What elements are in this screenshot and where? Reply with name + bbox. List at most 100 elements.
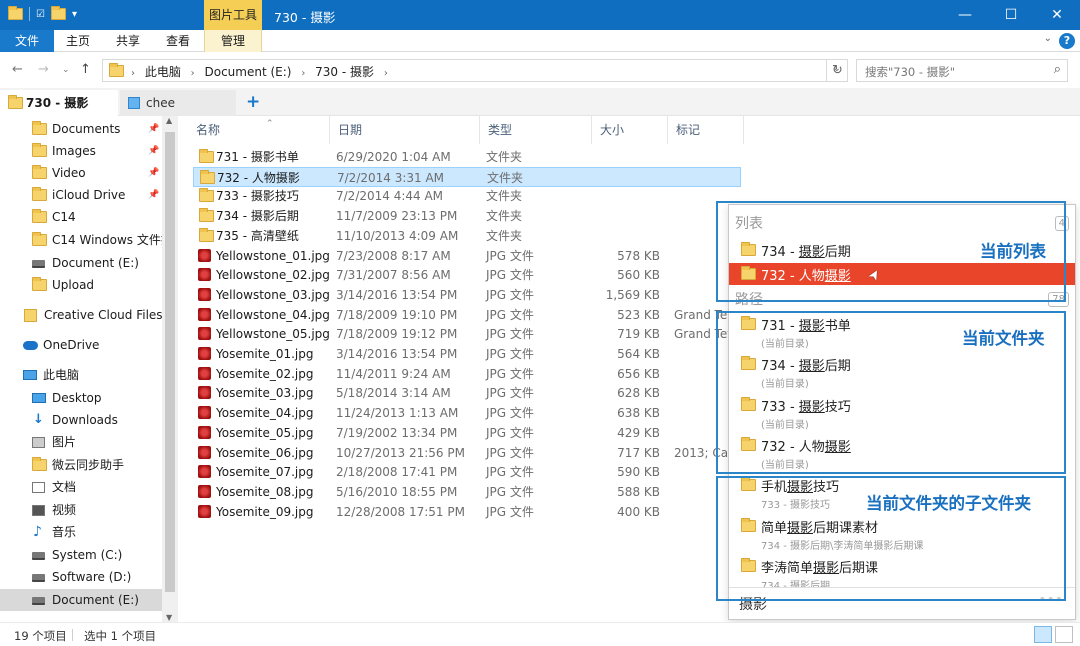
table-row[interactable]: Yellowstone_03.jpg 3/14/2016 13:54 PM JPG … bbox=[193, 285, 663, 305]
breadcrumb-item[interactable]: Document (E:) bbox=[205, 65, 292, 79]
file-size: 400 KB bbox=[617, 504, 660, 519]
nav-item-documents-cn[interactable]: 文档 bbox=[0, 476, 162, 498]
nav-item-weiyun[interactable]: 微云同步助手 bbox=[0, 454, 162, 476]
file-type: 文件夹 bbox=[486, 209, 523, 224]
table-row[interactable]: 733 - 摄影技巧 7/2/2014 4:44 AM 文件夹 bbox=[193, 186, 663, 206]
column-header-size[interactable]: 大小 bbox=[592, 116, 668, 144]
nav-item-software-d[interactable]: Software (D:) bbox=[0, 566, 162, 588]
table-row[interactable]: Yosemite_04.jpg 11/24/2013 1:13 AM JPG 文件 6… bbox=[193, 403, 663, 423]
nav-item-music[interactable]: ♪ 音乐 bbox=[0, 521, 162, 543]
tab-manage[interactable]: 管理 bbox=[204, 30, 262, 52]
nav-item-c14[interactable]: C14 bbox=[0, 206, 162, 228]
table-row[interactable]: 734 - 摄影后期 11/7/2009 23:13 PM 文件夹 bbox=[193, 206, 663, 226]
chevron-right-icon[interactable]: › bbox=[301, 68, 305, 79]
pin-icon[interactable]: 📌 bbox=[148, 118, 159, 140]
scrollbar-thumb[interactable] bbox=[165, 132, 175, 592]
chevron-down-icon[interactable]: ▼ bbox=[166, 613, 172, 622]
nav-item-desktop[interactable]: Desktop bbox=[0, 387, 162, 409]
table-row[interactable]: 735 - 高清壁纸 11/10/2013 4:09 AM 文件夹 bbox=[193, 226, 663, 246]
search-input[interactable]: 搜索"730 - 摄影" ⌕ bbox=[856, 59, 1068, 82]
nav-item-video[interactable]: Video 📌 bbox=[0, 162, 162, 184]
file-date: 12/28/2008 17:51 PM bbox=[336, 504, 465, 519]
nav-item-system-c[interactable]: System (C:) bbox=[0, 544, 162, 566]
up-arrow-icon[interactable]: ↑ bbox=[80, 62, 91, 77]
breadcrumb-item[interactable]: 此电脑 bbox=[145, 65, 181, 79]
tab-chee[interactable]: chee bbox=[120, 90, 236, 116]
breadcrumb-item[interactable]: 730 - 摄影 bbox=[315, 65, 374, 79]
details-view-icon[interactable] bbox=[1034, 626, 1052, 643]
item-count: 19 个项目 bbox=[14, 629, 67, 643]
search-icon[interactable]: ⌕ bbox=[1054, 62, 1061, 77]
onedrive-icon bbox=[23, 341, 38, 350]
nav-item-pictures[interactable]: 图片 bbox=[0, 431, 162, 453]
chevron-right-icon[interactable]: › bbox=[384, 68, 388, 79]
table-row[interactable]: 732 - 人物摄影 7/2/2014 3:31 AM 文件夹 bbox=[193, 166, 741, 187]
folder-icon bbox=[8, 95, 23, 109]
new-tab-icon[interactable]: + bbox=[246, 92, 260, 112]
help-icon[interactable]: ? bbox=[1059, 33, 1075, 49]
table-row[interactable]: Yellowstone_05.jpg 7/18/2009 19:12 PM JPG … bbox=[193, 324, 732, 344]
table-row[interactable]: Yosemite_09.jpg 12/28/2008 17:51 PM JPG 文件… bbox=[193, 502, 663, 522]
annotation-label-list: 当前列表 bbox=[980, 242, 1046, 261]
tab-file[interactable]: 文件 bbox=[0, 30, 54, 52]
pin-icon[interactable]: 📌 bbox=[148, 140, 159, 162]
new-folder-icon[interactable] bbox=[50, 6, 66, 20]
table-row[interactable]: Yellowstone_01.jpg 7/23/2008 8:17 AM JPG 文… bbox=[193, 246, 663, 266]
address-bar[interactable]: › 此电脑 › Document (E:) › 730 - 摄影 › ⌄ bbox=[102, 59, 848, 82]
nav-item-this-pc[interactable]: 此电脑 bbox=[0, 364, 162, 386]
nav-item-downloads[interactable]: ↓ Downloads bbox=[0, 409, 162, 431]
table-row[interactable]: Yosemite_01.jpg 3/14/2016 13:54 PM JPG 文件 5… bbox=[193, 344, 663, 364]
file-type: 文件夹 bbox=[486, 189, 523, 204]
tab-view[interactable]: 查看 bbox=[156, 30, 200, 52]
table-row[interactable]: Yosemite_06.jpg 10/27/2013 21:56 PM JPG 文件… bbox=[193, 443, 736, 463]
pin-icon[interactable]: 📌 bbox=[148, 184, 159, 206]
download-icon: ↓ bbox=[33, 412, 44, 427]
chevron-right-icon[interactable]: › bbox=[131, 68, 135, 79]
table-row[interactable]: Yellowstone_02.jpg 7/31/2007 8:56 AM JPG 文… bbox=[193, 265, 663, 285]
nav-item-document-e-quick[interactable]: Document (E:) bbox=[0, 252, 162, 274]
nav-item-videos-cn[interactable]: 视频 bbox=[0, 499, 162, 521]
nav-item-creative-cloud[interactable]: Creative Cloud Files bbox=[0, 304, 162, 326]
large-icons-view-icon[interactable] bbox=[1055, 626, 1073, 643]
nav-item-images[interactable]: Images 📌 bbox=[0, 140, 162, 162]
expand-ribbon-icon[interactable]: ⌄ bbox=[1044, 33, 1052, 44]
chevron-up-icon[interactable]: ▲ bbox=[166, 116, 172, 125]
nav-item-icloud-drive[interactable]: iCloud Drive 📌 bbox=[0, 184, 162, 206]
recent-dropdown-icon[interactable]: ⌄ bbox=[62, 65, 70, 75]
column-header-name[interactable]: 名称 ⌃ bbox=[188, 116, 330, 144]
tab-730[interactable]: 730 - 摄影 bbox=[0, 90, 118, 116]
column-header-date[interactable]: 日期 bbox=[330, 116, 480, 144]
refresh-button[interactable]: ↻ bbox=[826, 60, 848, 81]
chevron-right-icon[interactable]: › bbox=[191, 68, 195, 79]
table-row[interactable]: Yosemite_08.jpg 5/16/2010 18:55 PM JPG 文件 5… bbox=[193, 482, 663, 502]
file-size: 429 KB bbox=[617, 425, 660, 440]
nav-item-c14-windows[interactable]: C14 Windows 文件搜 bbox=[0, 229, 162, 251]
table-row[interactable]: 731 - 摄影书单 6/29/2020 1:04 AM 文件夹 bbox=[193, 147, 663, 167]
minimize-button[interactable]: — bbox=[942, 0, 988, 30]
nav-item-documents[interactable]: Documents 📌 bbox=[0, 118, 162, 140]
folder-icon bbox=[199, 149, 214, 163]
table-row[interactable]: Yosemite_02.jpg 11/4/2011 9:24 AM JPG 文件 65… bbox=[193, 364, 663, 384]
maximize-button[interactable]: ☐ bbox=[988, 0, 1034, 30]
folder-icon bbox=[32, 143, 47, 157]
tab-share[interactable]: 共享 bbox=[106, 30, 150, 52]
nav-item-onedrive[interactable]: OneDrive bbox=[0, 334, 162, 356]
customize-qa-icon[interactable]: ▾ bbox=[72, 9, 77, 20]
properties-icon[interactable]: ☑ bbox=[36, 9, 45, 20]
table-row[interactable]: Yosemite_05.jpg 7/19/2002 13:34 PM JPG 文件 4… bbox=[193, 423, 663, 443]
close-button[interactable]: ✕ bbox=[1034, 0, 1080, 30]
forward-arrow-icon[interactable]: → bbox=[38, 62, 49, 77]
column-header-type[interactable]: 类型 bbox=[480, 116, 592, 144]
nav-item-document-e[interactable]: Document (E:) bbox=[0, 589, 162, 611]
table-row[interactable]: Yosemite_03.jpg 5/18/2014 3:14 AM JPG 文件 62… bbox=[193, 383, 663, 403]
column-header-tags[interactable]: 标记 bbox=[668, 116, 744, 144]
nav-item-upload[interactable]: Upload bbox=[0, 274, 162, 296]
tab-home[interactable]: 主页 bbox=[56, 30, 100, 52]
pin-icon[interactable]: 📌 bbox=[148, 162, 159, 184]
back-arrow-icon[interactable]: ← bbox=[12, 62, 23, 77]
file-type: JPG 文件 bbox=[486, 287, 534, 302]
table-row[interactable]: Yellowstone_04.jpg 7/18/2009 19:10 PM JPG … bbox=[193, 305, 732, 325]
breadcrumb: › 此电脑 › Document (E:) › 730 - 摄影 › bbox=[131, 63, 394, 80]
nav-scrollbar[interactable]: ▲ ▼ bbox=[162, 116, 178, 622]
table-row[interactable]: Yosemite_07.jpg 2/18/2008 17:41 PM JPG 文件 5… bbox=[193, 462, 663, 482]
